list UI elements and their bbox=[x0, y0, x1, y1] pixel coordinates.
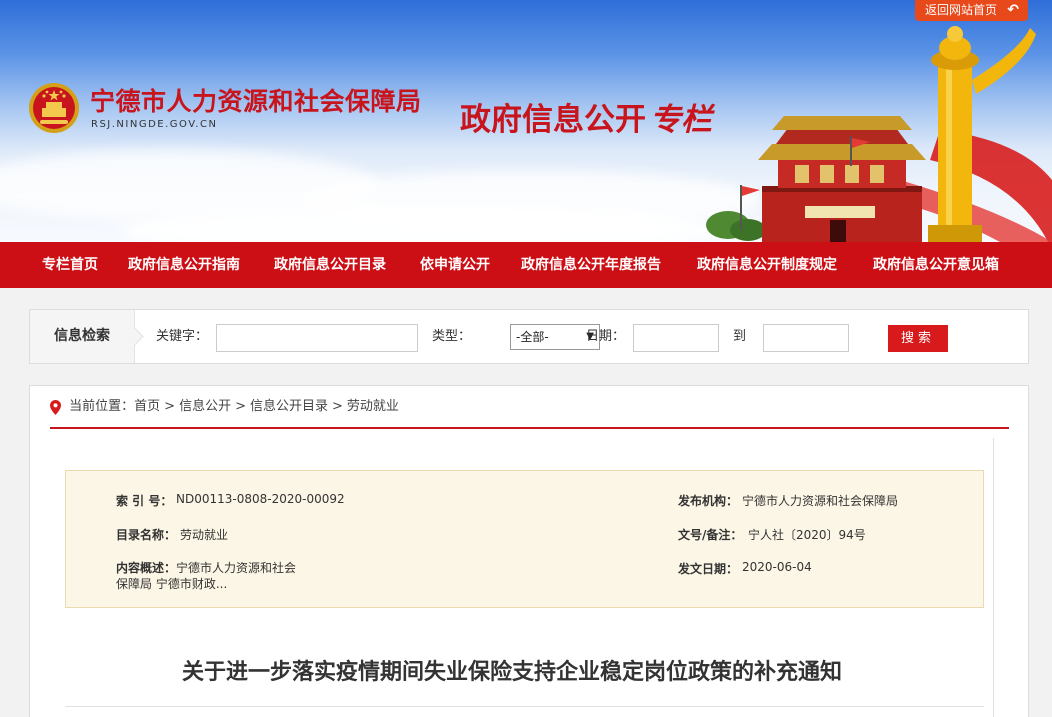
date-to-label: 到 bbox=[733, 329, 747, 344]
main-nav: 专栏首页 政府信息公开指南 政府信息公开目录 依申请公开 政府信息公开年度报告 … bbox=[0, 242, 1052, 288]
breadcrumb-catalog[interactable]: 信息公开目录 bbox=[250, 399, 328, 414]
nav-item-disclosure-guide[interactable]: 政府信息公开指南 bbox=[128, 242, 240, 288]
meta-catalog-label: 目录名称： bbox=[116, 528, 177, 542]
meta-date-value: 2020-06-04 bbox=[742, 560, 812, 574]
keyword-input[interactable] bbox=[216, 324, 418, 352]
header-banner: 返回网站首页 ↶ 宁德市人力资源和社会保障局 RSJ.NINGDE.GOV.CN… bbox=[0, 0, 1052, 242]
article-title: 关于进一步落实疫情期间失业保险支持企业稳定岗位政策的补充通知 bbox=[181, 660, 842, 685]
title-divider bbox=[65, 706, 984, 707]
org-url: RSJ.NINGDE.GOV.CN bbox=[91, 119, 218, 130]
breadcrumb-separator: > bbox=[235, 399, 246, 414]
breadcrumb-divider bbox=[50, 427, 1009, 429]
breadcrumb-separator: > bbox=[164, 399, 176, 414]
meta-docno-value: 宁人社〔2020〕94号 bbox=[748, 528, 866, 542]
breadcrumb-labor-employment[interactable]: 劳动就业 bbox=[347, 399, 399, 414]
meta-docno-label: 文号/备注： bbox=[678, 528, 743, 542]
type-label: 类型： bbox=[432, 329, 472, 344]
meta-summary: 内容概述：宁德市人力资源和社会保障局 宁德市财政... bbox=[116, 560, 306, 592]
date-from-input[interactable] bbox=[633, 324, 719, 352]
breadcrumb-home[interactable]: 首页 bbox=[134, 399, 160, 414]
meta-publisher-value: 宁德市人力资源和社会保障局 bbox=[742, 494, 899, 508]
info-search-panel: 信息检索 关键字： 类型： -全部- ▼ 日期： 到 搜索 bbox=[29, 309, 1029, 364]
breadcrumb-info-public[interactable]: 信息公开 bbox=[179, 399, 231, 414]
content-panel: 当前位置：首页 > 信息公开 > 信息公开目录 > 劳动就业 索 引 号： ND00113-… bbox=[29, 385, 1029, 717]
search-heading: 信息检索 bbox=[30, 310, 135, 363]
nav-item-apply-disclosure[interactable]: 依申请公开 bbox=[420, 242, 490, 288]
search-button[interactable]: 搜索 bbox=[888, 325, 948, 352]
location-pin-icon bbox=[50, 399, 61, 415]
date-to-input[interactable] bbox=[763, 324, 849, 352]
meta-index-value: ND00113-0808-2020-00092 bbox=[176, 492, 345, 506]
keyword-label: 关键字： bbox=[156, 329, 209, 344]
nav-item-column-home[interactable]: 专栏首页 bbox=[42, 242, 98, 288]
nav-item-regulations[interactable]: 政府信息公开制度规定 bbox=[697, 242, 837, 288]
meta-catalog-value: 劳动就业 bbox=[180, 528, 229, 542]
meta-summary-label: 内容概述： bbox=[116, 561, 177, 575]
type-selected-value: -全部- bbox=[516, 330, 549, 344]
nav-item-annual-report[interactable]: 政府信息公开年度报告 bbox=[521, 242, 661, 288]
nav-item-feedback-box[interactable]: 政府信息公开意见箱 bbox=[873, 242, 999, 288]
breadcrumb: 当前位置：首页 > 信息公开 > 信息公开目录 > 劳动就业 bbox=[50, 398, 399, 416]
meta-date-label: 发文日期： bbox=[678, 562, 739, 576]
nav-item-disclosure-catalog[interactable]: 政府信息公开目录 bbox=[274, 242, 386, 288]
meta-publisher-label: 发布机构： bbox=[678, 494, 739, 508]
org-name: 宁德市人力资源和社会保障局 bbox=[90, 87, 422, 116]
date-label: 日期： bbox=[586, 329, 626, 344]
column-title-main: 政府信息公开 bbox=[460, 102, 646, 138]
back-label: 返回网站首页 bbox=[925, 3, 998, 17]
return-arrow-icon: ↶ bbox=[1007, 2, 1019, 18]
document-meta-box: 索 引 号： ND00113-0808-2020-00092 发布机构： 宁德市… bbox=[65, 470, 984, 608]
column-title: 政府信息公开 专栏 bbox=[460, 94, 712, 139]
tiananmen-illustration bbox=[706, 26, 1052, 242]
breadcrumb-prefix: 当前位置： bbox=[69, 399, 135, 414]
back-to-homepage-button[interactable]: 返回网站首页 ↶ bbox=[915, 0, 1028, 21]
national-emblem-icon bbox=[29, 83, 79, 133]
meta-index-label: 索 引 号： bbox=[116, 494, 173, 508]
breadcrumb-separator: > bbox=[332, 399, 343, 414]
